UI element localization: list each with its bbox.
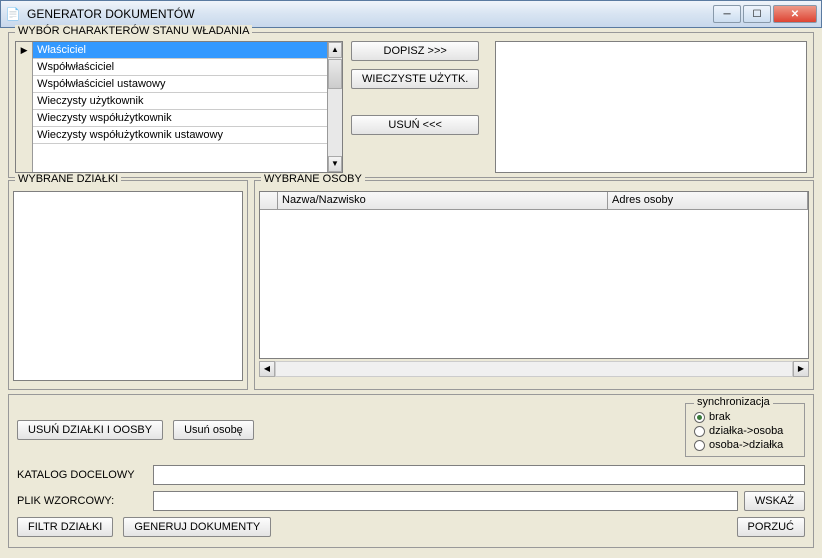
selected-characters-textarea[interactable]	[495, 41, 807, 173]
plik-input[interactable]	[153, 491, 738, 511]
close-button[interactable]: ✕	[773, 5, 817, 23]
character-listbox[interactable]: ▶ Właściciel Współwłaściciel Współwłaści…	[15, 41, 343, 173]
radio-icon	[694, 412, 705, 423]
titlebar[interactable]: 📄 GENERATOR DOKUMENTÓW ─ ☐ ✕	[0, 0, 822, 28]
scroll-thumb[interactable]	[328, 59, 342, 89]
table-marker-column	[260, 192, 278, 209]
dzialki-group: WYBRANE DZIAŁKI	[8, 180, 248, 390]
scroll-right-icon[interactable]: ▶	[793, 361, 809, 377]
usun-dzialki-osoby-button[interactable]: USUŃ DZIAŁKI I OOSBY	[17, 420, 163, 440]
scroll-left-icon[interactable]: ◀	[259, 361, 275, 377]
osoby-group: WYBRANE OSOBY Nazwa/Nazwisko Adres osoby…	[254, 180, 814, 390]
radio-brak[interactable]: brak	[694, 410, 796, 424]
vertical-scrollbar[interactable]: ▲ ▼	[327, 42, 342, 172]
scroll-down-icon[interactable]: ▼	[328, 156, 342, 172]
plik-label: PLIK WZORCOWY:	[17, 495, 147, 507]
maximize-button[interactable]: ☐	[743, 5, 771, 23]
filtr-dzialki-button[interactable]: FILTR DZIAŁKI	[17, 517, 113, 537]
column-nazwa[interactable]: Nazwa/Nazwisko	[278, 192, 608, 209]
radio-icon	[694, 426, 705, 437]
dzialki-title: WYBRANE DZIAŁKI	[15, 173, 121, 185]
content-area: WYBÓR CHARAKTERÓW STANU WŁADANIA ▶ Właśc…	[0, 28, 822, 558]
list-item[interactable]: Właściciel	[33, 42, 327, 59]
porzuc-button[interactable]: PORZUĆ	[737, 517, 805, 537]
transfer-buttons: DOPISZ >>> WIECZYSTE UŻYTK. USUŃ <<<	[351, 41, 479, 173]
usun-osobe-button[interactable]: Usuń osobę	[173, 420, 254, 440]
radio-osoba-dzialka[interactable]: osoba->działka	[694, 438, 796, 452]
dopisz-button[interactable]: DOPISZ >>>	[351, 41, 479, 61]
osoby-title: WYBRANE OSOBY	[261, 173, 365, 185]
list-item[interactable]: Wieczysty współużytkownik	[33, 110, 327, 127]
radio-icon	[694, 440, 705, 451]
app-icon: 📄	[5, 6, 21, 22]
character-group-title: WYBÓR CHARAKTERÓW STANU WŁADANIA	[15, 25, 252, 37]
list-row-marker-column: ▶	[16, 42, 33, 172]
list-item[interactable]: Współwłaściciel ustawowy	[33, 76, 327, 93]
radio-dzialka-osoba[interactable]: działka->osoba	[694, 424, 796, 438]
list-item[interactable]: Wieczysty użytkownik	[33, 93, 327, 110]
generuj-dokumenty-button[interactable]: GENERUJ DOKUMENTY	[123, 517, 271, 537]
list-item[interactable]: Współwłaściciel	[33, 59, 327, 76]
wieczyste-button[interactable]: WIECZYSTE UŻYTK.	[351, 69, 479, 89]
table-header: Nazwa/Nazwisko Adres osoby	[260, 192, 808, 210]
osoby-table[interactable]: Nazwa/Nazwisko Adres osoby	[259, 191, 809, 359]
wskaz-button[interactable]: WSKAŻ	[744, 491, 805, 511]
sync-title: synchronizacja	[694, 396, 773, 408]
list-item[interactable]: Wieczysty współużytkownik ustawowy	[33, 127, 327, 144]
usun-button[interactable]: USUŃ <<<	[351, 115, 479, 135]
horizontal-scrollbar[interactable]: ◀ ▶	[259, 361, 809, 377]
window-controls: ─ ☐ ✕	[713, 5, 817, 23]
character-list-items: Właściciel Współwłaściciel Współwłaścici…	[33, 42, 327, 172]
katalog-input[interactable]	[153, 465, 805, 485]
scroll-up-icon[interactable]: ▲	[328, 42, 342, 58]
character-selection-group: WYBÓR CHARAKTERÓW STANU WŁADANIA ▶ Właśc…	[8, 32, 814, 178]
synchronizacja-group: synchronizacja brak działka->osoba osoba…	[685, 403, 805, 457]
bottom-group: USUŃ DZIAŁKI I OOSBY Usuń osobę synchron…	[8, 394, 814, 548]
window-title: GENERATOR DOKUMENTÓW	[27, 7, 713, 21]
katalog-label: KATALOG DOCELOWY	[17, 469, 147, 481]
minimize-button[interactable]: ─	[713, 5, 741, 23]
dzialki-listbox[interactable]	[13, 191, 243, 381]
column-adres[interactable]: Adres osoby	[608, 192, 808, 209]
